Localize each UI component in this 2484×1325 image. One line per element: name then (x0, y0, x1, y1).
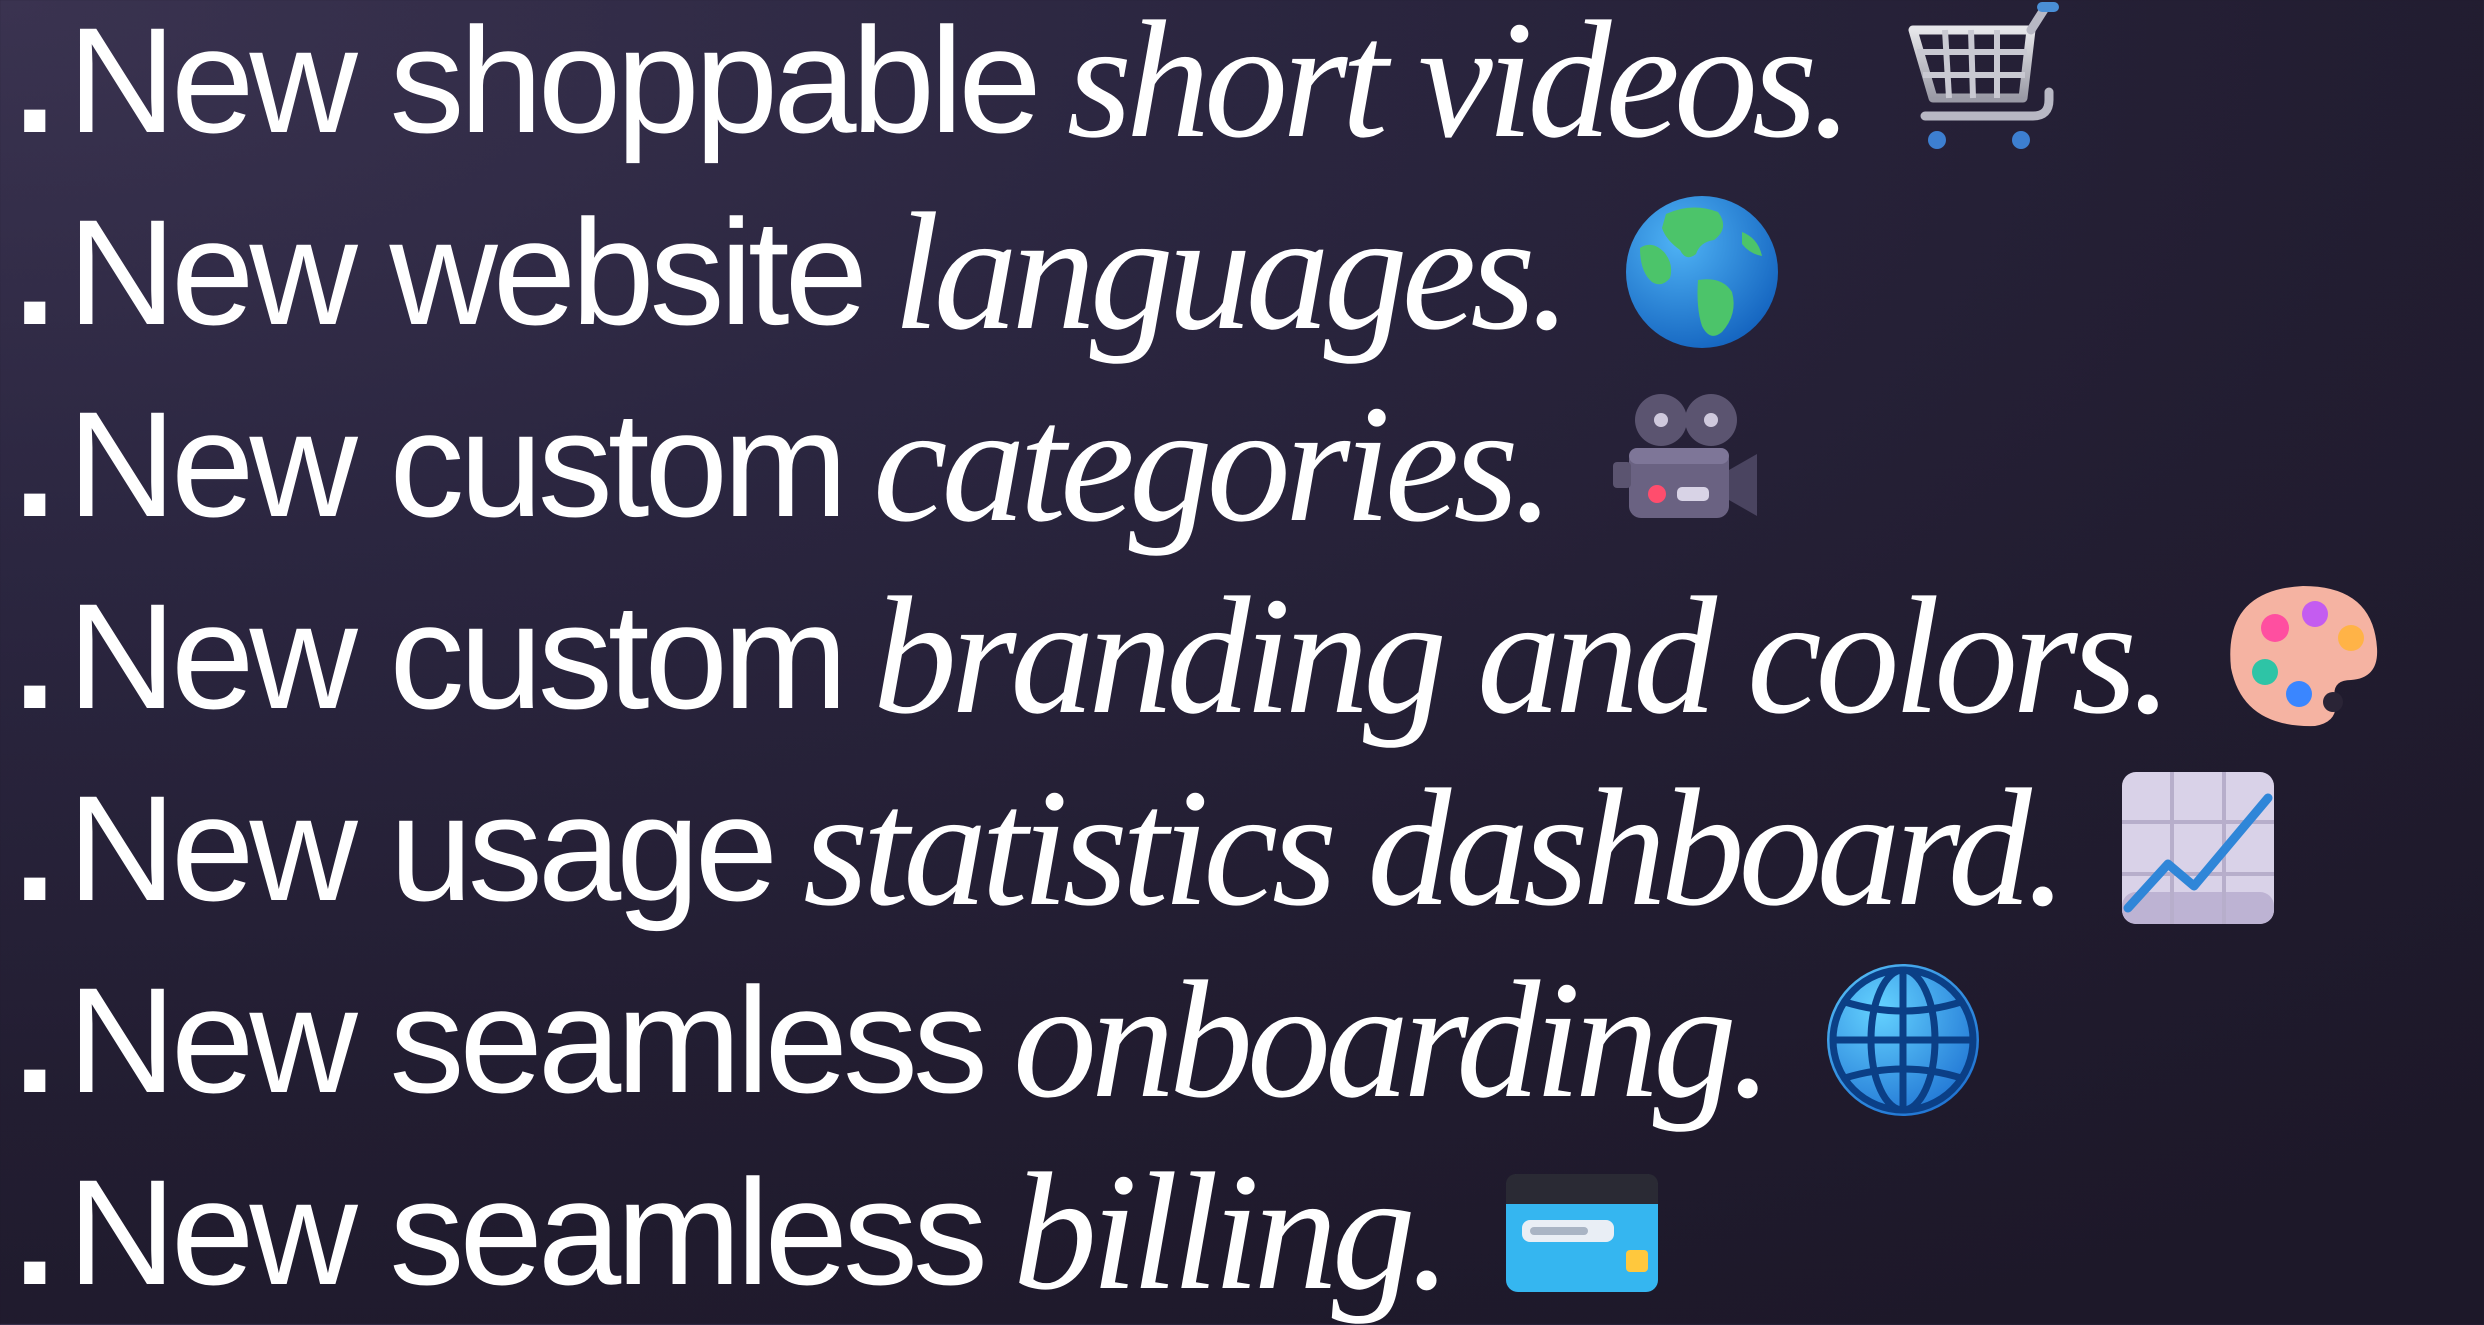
feature-lead-text: New custom (67, 572, 848, 740)
bullet-dot: . (14, 188, 56, 356)
feature-accent-text: statistics dashboard. (803, 755, 2068, 941)
bullet-dot: . (14, 1148, 56, 1316)
feature-item-custom-categories: . New custom categories. (14, 374, 1765, 554)
feature-accent-text: branding and colors. (872, 563, 2173, 749)
feature-accent-text: categories. (872, 371, 1555, 557)
feature-list: . New shoppable short videos. . New webs… (0, 0, 2484, 1324)
bullet-dot: . (14, 0, 56, 164)
movie-camera-icon (1605, 384, 1765, 544)
globe-americas-icon (1622, 192, 1782, 352)
feature-item-usage-statistics: . New usage statistics dashboard. (14, 758, 2278, 938)
feature-lead-text: New usage (67, 764, 778, 932)
feature-item-shoppable-videos: . New shoppable short videos. (14, 0, 2063, 170)
bullet-dot: . (14, 764, 56, 932)
globe-meridians-icon (1823, 960, 1983, 1120)
feature-lead-text: New seamless (67, 1148, 988, 1316)
feature-accent-text: languages. (893, 179, 1572, 365)
bullet-dot: . (14, 572, 56, 740)
feature-item-website-languages: . New website languages. (14, 182, 1782, 362)
shopping-cart-icon (1903, 0, 2063, 160)
feature-accent-text: short videos. (1066, 0, 1854, 173)
bullet-dot: . (14, 956, 56, 1124)
chart-increasing-icon (2118, 768, 2278, 928)
feature-item-seamless-onboarding: . New seamless onboarding. (14, 950, 1983, 1130)
feature-lead-text: New shoppable (67, 0, 1042, 164)
bullet-dot: . (14, 380, 56, 548)
feature-accent-text: onboarding. (1012, 947, 1773, 1133)
feature-item-seamless-billing: . New seamless billing. (14, 1142, 1662, 1322)
feature-accent-text: billing. (1012, 1139, 1452, 1325)
credit-card-icon (1502, 1152, 1662, 1312)
artist-palette-icon (2223, 576, 2383, 736)
feature-lead-text: New custom (67, 380, 848, 548)
feature-lead-text: New seamless (67, 956, 988, 1124)
feature-item-custom-branding: . New custom branding and colors. (14, 566, 2383, 746)
feature-lead-text: New website (67, 188, 868, 356)
